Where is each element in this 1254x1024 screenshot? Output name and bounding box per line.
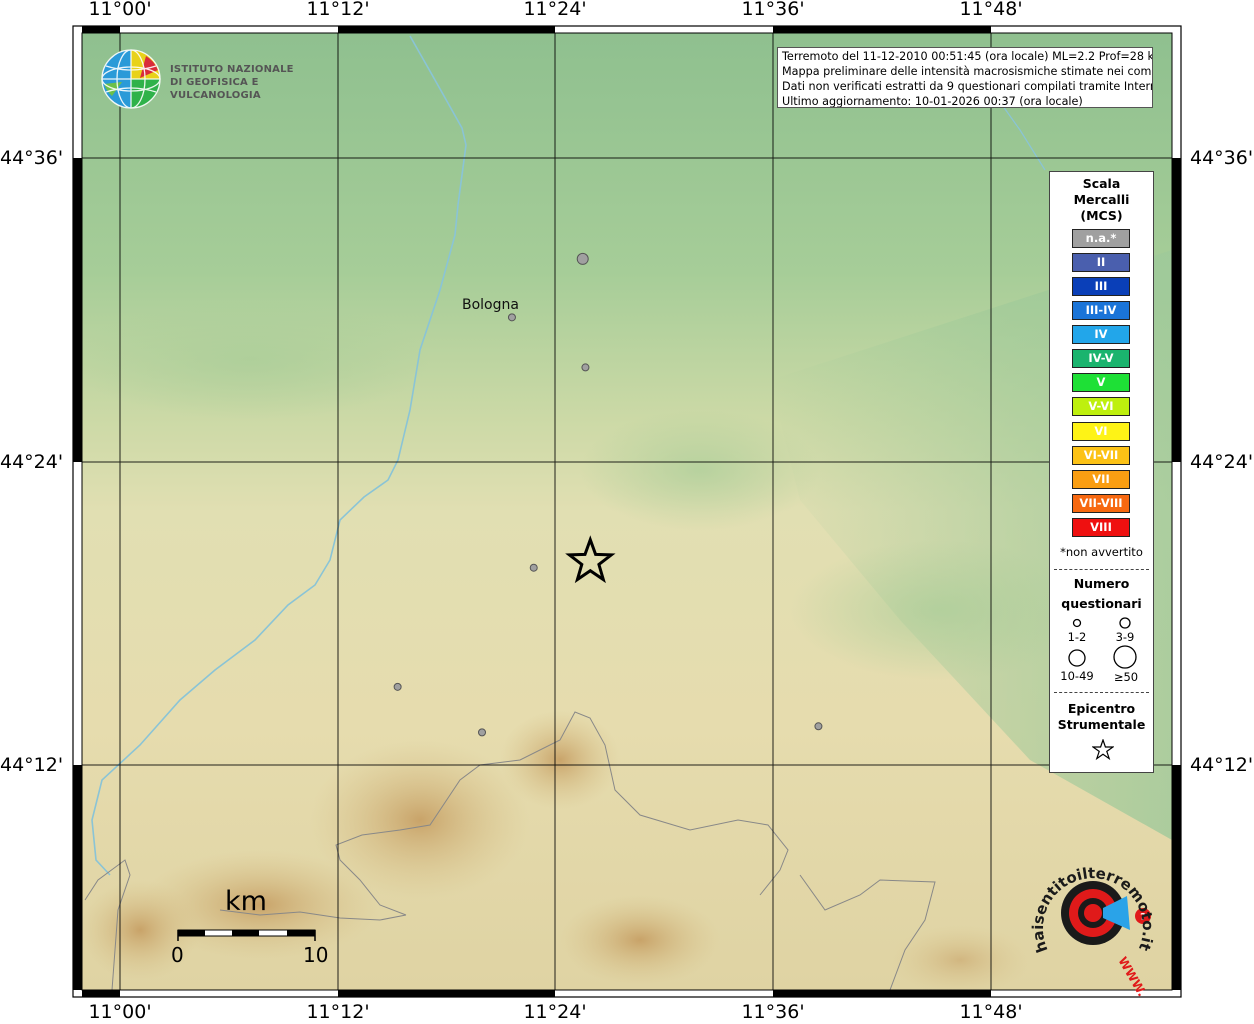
- legend-swatch: IV: [1072, 325, 1130, 344]
- legend-epi-title: Strumentale: [1057, 717, 1146, 732]
- legend-swatch: VIII: [1072, 518, 1130, 537]
- legend-swatch: VII: [1072, 470, 1130, 489]
- legend-swatch: n.a.*: [1072, 229, 1130, 248]
- y-tick-right: 44°12': [1190, 754, 1254, 776]
- town-label-bologna: Bologna: [462, 297, 519, 313]
- legend-count-title: questionari: [1061, 596, 1142, 611]
- x-tick-bottom: 11°00': [88, 1001, 152, 1023]
- legend-epi-title: Epicentro: [1067, 701, 1136, 716]
- scale-unit: km: [225, 886, 267, 917]
- legend-scale-title: (MCS): [1080, 208, 1123, 223]
- count-label: 1-2: [1067, 630, 1087, 644]
- legend-scale-title: Mercalli: [1073, 192, 1130, 207]
- institute-line1: ISTITUTO NAZIONALE: [170, 64, 294, 75]
- count-label: 3-9: [1115, 630, 1135, 644]
- x-tick-top: 11°12': [306, 0, 370, 20]
- count-symbol-xlarge: [1113, 645, 1137, 669]
- legend-swatch: VII-VIII: [1072, 494, 1130, 513]
- count-symbol-large: [1068, 649, 1086, 667]
- legend-swatch: II: [1072, 253, 1130, 272]
- y-tick-right: 44°24': [1190, 451, 1254, 473]
- y-tick-left: 44°24': [0, 451, 64, 473]
- star-icon: [1092, 739, 1114, 761]
- info-line: Ultimo aggiornamento: 10-01-2026 00:37 (…: [782, 95, 1083, 108]
- legend-swatch: VI-VII: [1072, 446, 1130, 465]
- legend-swatch: III: [1072, 277, 1130, 296]
- y-tick-right: 44°36': [1190, 147, 1254, 169]
- x-tick-bottom: 11°12': [306, 1001, 370, 1023]
- legend-footnote: *non avvertito: [1060, 545, 1143, 559]
- intensity-point[interactable]: [581, 363, 590, 372]
- x-tick-bottom: 11°48': [959, 1001, 1023, 1023]
- terrain-layer: [82, 33, 1172, 990]
- count-symbol-medium: [1119, 617, 1131, 629]
- legend-swatch: VI: [1072, 422, 1130, 441]
- legend-panel: Scala Mercalli (MCS) n.a.* II III III-IV…: [1049, 171, 1154, 773]
- intensity-point[interactable]: [576, 252, 589, 265]
- intensity-point[interactable]: [478, 728, 487, 737]
- x-tick-top: 11°48': [959, 0, 1023, 20]
- legend-scale-title: Scala: [1082, 176, 1121, 191]
- legend-swatch: V: [1072, 373, 1130, 392]
- legend-swatch: V-VI: [1072, 397, 1130, 416]
- info-line: Terremoto del 11-12-2010 00:51:45 (ora l…: [782, 50, 1153, 63]
- x-tick-top: 11°24': [523, 0, 587, 20]
- y-tick-left: 44°36': [0, 147, 64, 169]
- globe-icon: [101, 49, 161, 109]
- count-label: 10-49: [1060, 669, 1094, 683]
- count-label: ≥50: [1113, 670, 1139, 684]
- institute-line2: DI GEOFISICA E VULCANOLOGIA: [170, 77, 261, 101]
- count-symbol-small: [1072, 618, 1082, 628]
- x-tick-top: 11°36': [741, 0, 805, 20]
- intensity-point[interactable]: [814, 722, 823, 731]
- info-line: Dati non verificati estratti da 9 questi…: [782, 80, 1153, 93]
- x-tick-top: 11°00': [88, 0, 152, 20]
- legend-swatch: III-IV: [1072, 301, 1130, 320]
- x-tick-bottom: 11°36': [741, 1001, 805, 1023]
- y-tick-left: 44°12': [0, 754, 64, 776]
- intensity-point[interactable]: [507, 313, 516, 322]
- info-line: Mappa preliminare delle intensità macros…: [782, 65, 1153, 78]
- intensity-point[interactable]: [393, 682, 402, 691]
- scale-max: 10: [303, 943, 329, 967]
- legend-swatch: IV-V: [1072, 349, 1130, 368]
- info-box: Terremoto del 11-12-2010 00:51:45 (ora l…: [777, 47, 1153, 108]
- intensity-point[interactable]: [529, 563, 538, 572]
- scale-min: 0: [171, 943, 184, 967]
- ingv-logo: ISTITUTO NAZIONALE DI GEOFISICA E VULCAN…: [100, 48, 330, 110]
- legend-count-title: Numero: [1073, 576, 1130, 591]
- x-tick-bottom: 11°24': [523, 1001, 587, 1023]
